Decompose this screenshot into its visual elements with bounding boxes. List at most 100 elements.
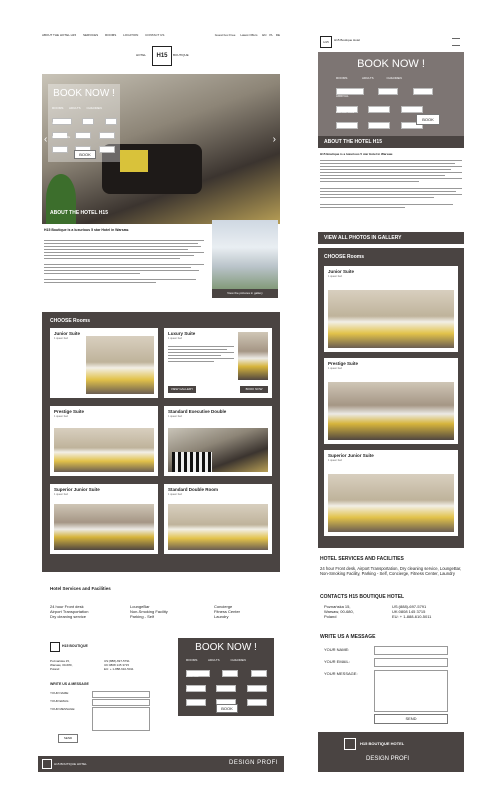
room-card[interactable]: Junior Suite 1 queen bed — [50, 328, 158, 398]
children-select[interactable] — [412, 88, 433, 95]
book-button[interactable]: BOOK — [74, 150, 96, 159]
lang-de[interactable]: DE — [276, 33, 280, 37]
address-line: Poland — [50, 666, 60, 671]
mobile-about-text: H15 Boutique is a luxurious 5 star Hotel… — [320, 152, 462, 232]
room-card[interactable]: Superior Junior Suite 1 queen bed — [50, 484, 158, 554]
room-photo — [168, 428, 268, 472]
room-sub: 1 queen bed — [328, 459, 342, 462]
departure-year-select[interactable] — [246, 699, 267, 706]
arrival-year-select[interactable] — [246, 685, 267, 692]
nav-about[interactable]: ABOUT THE HOTEL H15 — [42, 33, 76, 37]
room-card[interactable]: Superior Junior Suite 1 queen bed — [324, 450, 458, 536]
room-sub: 1 queen bed — [168, 493, 182, 496]
top-link-guest[interactable]: Guest box Free — [215, 33, 236, 37]
arrival-month-select[interactable] — [368, 106, 391, 113]
email-label: YOUR EMAIL: — [324, 659, 350, 664]
room-card[interactable]: Junior Suite 1 queen bed — [324, 266, 458, 352]
book-now-button[interactable]: BOOK NOW — [240, 386, 268, 393]
adults-select[interactable] — [222, 670, 239, 677]
room-name: Prestige Suite — [328, 361, 359, 366]
departure-day-select[interactable] — [186, 699, 206, 706]
email-label: YOUR EMAIL: — [50, 699, 70, 703]
room-card[interactable]: Standard Executive Double 1 queen bed — [164, 406, 272, 476]
name-label: YOUR NAME: — [50, 691, 70, 695]
footer-brand: DESIGN PROFI — [228, 760, 278, 766]
booking-children-label: CHILDREN — [86, 106, 102, 110]
email-input[interactable] — [92, 699, 150, 706]
about-text-lines — [44, 238, 204, 285]
children-select[interactable] — [250, 670, 267, 677]
message-label: YOUR MESSAGE: — [324, 671, 358, 676]
send-button[interactable]: SEND — [374, 714, 448, 724]
arrival-month-select[interactable] — [75, 132, 92, 139]
booking-departure-label: DEPARTURE — [52, 135, 71, 139]
book-button[interactable]: BOOK — [416, 114, 440, 125]
view-gallery-button[interactable]: VIEW GALLERY — [168, 386, 196, 393]
service-item: Dry cleaning service — [50, 614, 87, 620]
nav-services[interactable]: SERVICES — [83, 33, 98, 37]
room-card[interactable]: Standard Double Room 1 queen bed — [164, 484, 272, 554]
write-heading: WRITE US A MESSAGE — [320, 634, 376, 640]
logo-left-text: HOTEL — [136, 53, 147, 57]
message-textarea[interactable] — [374, 670, 448, 712]
lang-pl[interactable]: PL — [269, 33, 273, 37]
phone-line: EU: + 1-888-610-5011 — [104, 666, 134, 671]
mobile-logo-box[interactable]: H15 — [320, 36, 332, 48]
view-all-photos-button[interactable]: VIEW ALL PHOTOS IN GALLERY — [318, 232, 464, 244]
name-input[interactable] — [374, 646, 448, 655]
name-label: YOUR NAME: — [324, 647, 350, 652]
contact-section: H15 BOUTIQUE Poznańska 15, Warsaw, 00-68… — [50, 642, 170, 752]
booking-children-label: CHILDREN — [386, 76, 402, 80]
mobile-logo-text: H15 Boutique Hotel — [334, 38, 361, 42]
logo[interactable]: HOTEL H15 BOUTIQUE — [136, 46, 189, 66]
departure-year-select[interactable] — [98, 146, 115, 153]
departure-month-select[interactable] — [368, 122, 391, 129]
write-heading: WRITE US A MESSAGE — [50, 682, 89, 686]
room-card-expanded[interactable]: Luxury Suite 1 queen bed VIEW GALLERY BO… — [164, 328, 272, 398]
adults-select[interactable] — [82, 118, 95, 125]
footer-brand: DESIGN PROFI — [366, 756, 410, 762]
top-link-offers[interactable]: Latest Offers — [240, 33, 257, 37]
gallery-caption[interactable]: View the pictures in gallery — [212, 289, 278, 298]
arrival-month-select[interactable] — [216, 685, 237, 692]
mobile-header: H15 H15 Boutique Hotel — [318, 34, 464, 48]
mobile-booking: BOOK NOW ! ROOMS ADULTS CHILDREN ARRIVAL… — [318, 52, 464, 136]
room-photo — [238, 332, 268, 380]
lang-en[interactable]: EN — [262, 33, 266, 37]
room-photo — [328, 290, 454, 348]
name-input[interactable] — [92, 691, 150, 698]
footer-logo-text: H15 BOUTIQUE HOTEL — [54, 762, 87, 766]
choose-rooms-heading: CHOOSE Rooms — [324, 254, 365, 260]
message-textarea[interactable] — [92, 707, 150, 731]
booking-arrival-label: ARRIVAL — [186, 674, 199, 678]
room-photo — [86, 336, 154, 394]
room-name: Standard Executive Double — [168, 409, 227, 414]
services-section: Hotel Services and Facilities 24 hour Fr… — [50, 586, 280, 630]
departure-day-select[interactable] — [52, 146, 68, 153]
logo-right-text: BOUTIQUE — [173, 53, 189, 57]
service-item: Laundry — [214, 614, 229, 620]
booking-rooms-label: ROOMS — [336, 76, 348, 80]
contacts-heading: CONTACTS H15 BOUTIQUE HOTEL — [320, 594, 405, 600]
adults-select[interactable] — [378, 88, 399, 95]
nav-location[interactable]: LOCATION — [123, 33, 138, 37]
departure-day-select[interactable] — [336, 122, 358, 129]
about-building-photo[interactable]: View the pictures in gallery — [212, 220, 278, 298]
menu-icon[interactable] — [452, 38, 460, 46]
room-card[interactable]: Prestige Suite 1 queen bed — [50, 406, 158, 476]
book-button[interactable]: BOOK — [216, 704, 238, 713]
children-select[interactable] — [104, 118, 117, 125]
room-card[interactable]: Prestige Suite 1 queen bed — [324, 358, 458, 444]
nav-contact[interactable]: CONTACT US — [145, 33, 164, 37]
send-button[interactable]: SEND — [58, 734, 78, 743]
logo-box: H15 — [152, 46, 172, 66]
email-input[interactable] — [374, 658, 448, 667]
arrival-year-select[interactable] — [400, 106, 423, 113]
hero-prev-arrow[interactable]: ‹ — [44, 134, 47, 145]
room-name: Junior Suite — [54, 331, 81, 336]
nav-rooms[interactable]: ROOMS — [105, 33, 116, 37]
arrival-year-select[interactable] — [98, 132, 115, 139]
room-sub: 1 queen bed — [168, 337, 182, 340]
hero-next-arrow[interactable]: › — [273, 134, 276, 145]
booking-children-label: CHILDREN — [230, 658, 246, 662]
